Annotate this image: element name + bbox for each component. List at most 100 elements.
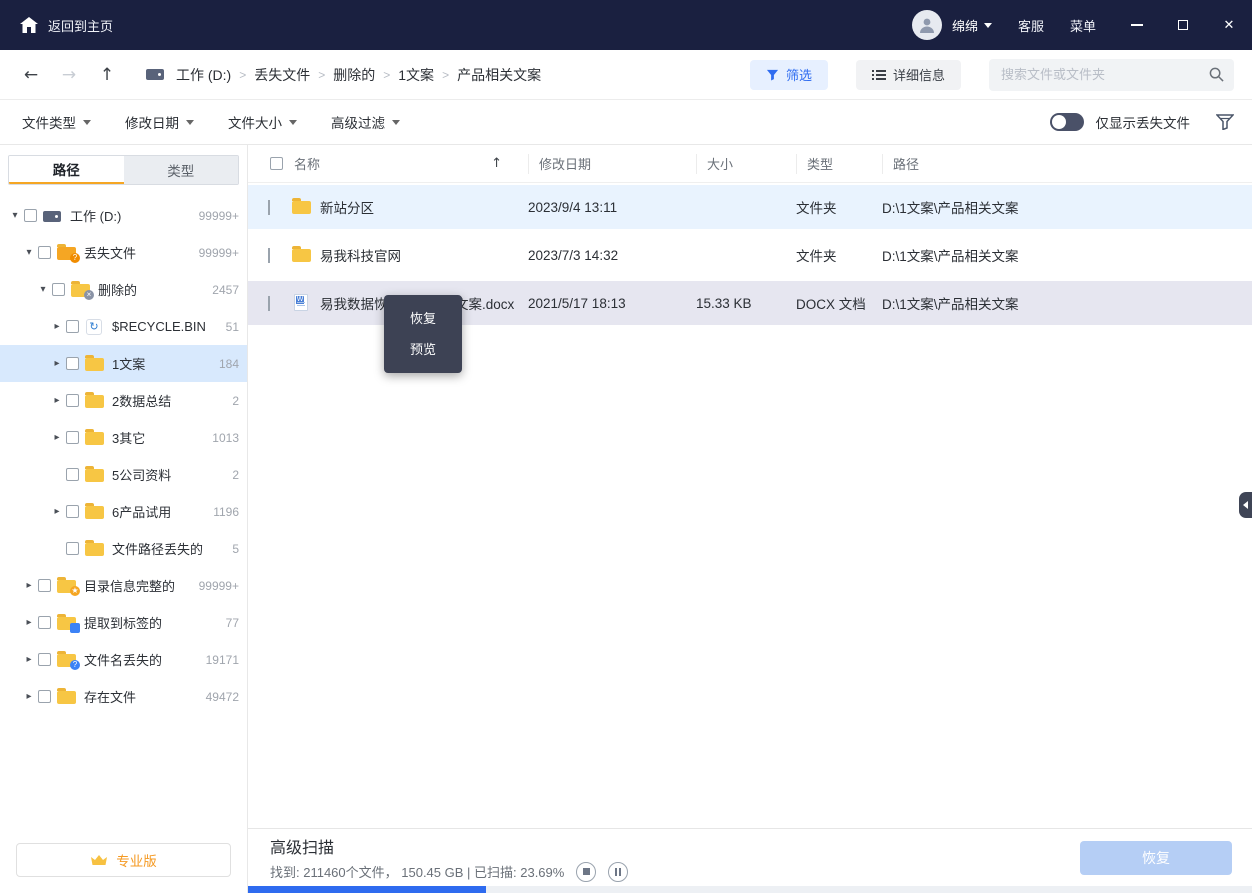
filter-dropdown-1[interactable]: 修改日期 <box>125 112 194 132</box>
pause-scan-button[interactable] <box>608 862 628 882</box>
folder-glyph <box>85 432 104 445</box>
folder-icon <box>85 467 105 483</box>
checkbox[interactable] <box>66 320 79 333</box>
up-arrow-button[interactable]: ↑ <box>94 62 120 88</box>
column-header-name[interactable]: 名称 ↑ <box>292 154 528 174</box>
tree-item[interactable]: ▸★目录信息完整的99999+ <box>0 567 247 604</box>
context-menu-item[interactable]: 恢复 <box>384 303 462 334</box>
pro-version-button[interactable]: 专业版 <box>16 843 231 877</box>
table-row[interactable]: 易我科技官网2023/7/3 14:32文件夹D:\1文案\产品相关文案 <box>248 233 1252 277</box>
tree-item[interactable]: ▸6产品试用1196 <box>0 493 247 530</box>
chevron-expanded-icon[interactable]: ▾ <box>22 247 36 258</box>
tree-item[interactable]: ▸?文件名丢失的19171 <box>0 641 247 678</box>
chevron-collapsed-icon[interactable]: ▸ <box>22 617 36 628</box>
folder-glyph <box>85 543 104 556</box>
checkbox[interactable] <box>38 579 51 592</box>
forward-arrow-button[interactable]: → <box>56 62 82 88</box>
checkbox[interactable] <box>268 296 270 311</box>
checkbox[interactable] <box>66 505 79 518</box>
table-row[interactable]: 新站分区2023/9/4 13:11文件夹D:\1文案\产品相关文案 <box>248 185 1252 229</box>
sidebar-tabs: 路径 类型 <box>8 155 239 185</box>
checkbox[interactable] <box>66 468 79 481</box>
search-input[interactable] <box>1001 67 1209 82</box>
sort-ascending-icon[interactable]: ↑ <box>491 156 502 171</box>
context-menu-item[interactable]: 预览 <box>384 334 462 365</box>
chevron-collapsed-icon[interactable]: ▸ <box>50 432 64 443</box>
filter-dropdown-0[interactable]: 文件类型 <box>22 112 91 132</box>
chevron-collapsed-icon[interactable]: ▸ <box>50 321 64 332</box>
back-to-home-button[interactable]: 返回到主页 <box>20 16 113 35</box>
tree-item-label: $RECYCLE.BIN <box>112 319 206 334</box>
tree-item[interactable]: ▸2数据总结2 <box>0 382 247 419</box>
recover-button[interactable]: 恢复 <box>1080 841 1232 875</box>
chevron-collapsed-icon[interactable]: ▸ <box>22 580 36 591</box>
titlebar: 返回到主页 绵绵 客服 菜单 ✕ <box>0 0 1252 50</box>
folder-glyph <box>292 249 311 262</box>
chevron-collapsed-icon[interactable]: ▸ <box>50 506 64 517</box>
chevron-expanded-icon[interactable]: ▾ <box>36 284 50 295</box>
breadcrumb-item[interactable]: 工作 (D:) <box>176 65 231 85</box>
select-all-checkbox[interactable] <box>270 157 283 170</box>
tree-item[interactable]: ▸1文案184 <box>0 345 247 382</box>
breadcrumb-item[interactable]: 删除的 <box>333 65 375 85</box>
tab-path[interactable]: 路径 <box>9 156 124 184</box>
breadcrumb-item[interactable]: 1文案 <box>398 65 434 85</box>
tree-item-count: 1196 <box>207 505 239 519</box>
checkbox[interactable] <box>38 616 51 629</box>
filter-dropdown-2[interactable]: 文件大小 <box>228 112 297 132</box>
scan-info: 高级扫描 找到: 211460个文件， 150.45 GB | 已扫描: 23.… <box>270 834 628 882</box>
checkbox[interactable] <box>24 209 37 222</box>
filter-settings-icon[interactable] <box>1216 114 1234 130</box>
checkbox[interactable] <box>38 690 51 703</box>
filter-dropdown-3[interactable]: 高级过滤 <box>331 112 400 132</box>
search-box <box>989 59 1234 91</box>
breadcrumb-item[interactable]: 丢失文件 <box>254 65 310 85</box>
chevron-collapsed-icon[interactable]: ▸ <box>50 358 64 369</box>
tree-item[interactable]: ▸↻$RECYCLE.BIN51 <box>0 308 247 345</box>
chevron-collapsed-icon[interactable]: ▸ <box>22 691 36 702</box>
maximize-button[interactable] <box>1160 0 1206 50</box>
checkbox[interactable] <box>38 653 51 666</box>
tree-item[interactable]: ▾×删除的2457 <box>0 271 247 308</box>
menu-button[interactable]: 菜单 <box>1070 16 1096 35</box>
back-arrow-button[interactable]: ← <box>18 62 44 88</box>
checkbox[interactable] <box>66 394 79 407</box>
tree-item[interactable]: 文件路径丢失的5 <box>0 530 247 567</box>
column-header-size[interactable]: 大小 <box>696 154 796 174</box>
tree-item[interactable]: ▾?丢失文件99999+ <box>0 234 247 271</box>
tree-item[interactable]: ▸提取到标签的77 <box>0 604 247 641</box>
close-button[interactable]: ✕ <box>1206 0 1252 50</box>
chevron-down-icon[interactable] <box>984 23 992 28</box>
column-header-path[interactable]: 路径 <box>882 154 1252 174</box>
collapse-panel-handle[interactable] <box>1239 492 1252 518</box>
tree-item[interactable]: ▸存在文件49472 <box>0 678 247 715</box>
checkbox[interactable] <box>52 283 65 296</box>
user-name[interactable]: 绵绵 <box>952 16 978 35</box>
lost-files-toggle[interactable] <box>1050 113 1084 131</box>
chevron-collapsed-icon[interactable]: ▸ <box>50 395 64 406</box>
checkbox[interactable] <box>268 200 270 215</box>
details-button[interactable]: 详细信息 <box>856 60 961 90</box>
column-header-type[interactable]: 类型 <box>796 154 882 174</box>
breadcrumb-item[interactable]: 产品相关文案 <box>457 65 541 85</box>
support-button[interactable]: 客服 <box>1018 16 1044 35</box>
tree-item-label: 文件路径丢失的 <box>112 539 203 558</box>
search-icon[interactable] <box>1209 67 1224 82</box>
stop-scan-button[interactable] <box>576 862 596 882</box>
checkbox[interactable] <box>66 542 79 555</box>
checkbox[interactable] <box>66 431 79 444</box>
checkbox[interactable] <box>66 357 79 370</box>
user-avatar[interactable] <box>912 10 942 40</box>
chevron-collapsed-icon[interactable]: ▸ <box>22 654 36 665</box>
person-icon <box>918 16 936 34</box>
minimize-button[interactable] <box>1114 0 1160 50</box>
tree-item[interactable]: ▸3其它1013 <box>0 419 247 456</box>
filter-button[interactable]: 筛选 <box>750 60 828 90</box>
tree-item[interactable]: ▾工作 (D:)99999+ <box>0 197 247 234</box>
checkbox[interactable] <box>38 246 51 259</box>
chevron-expanded-icon[interactable]: ▾ <box>8 210 22 221</box>
tree-item[interactable]: 5公司资料2 <box>0 456 247 493</box>
column-header-date[interactable]: 修改日期 <box>528 154 696 174</box>
checkbox[interactable] <box>268 248 270 263</box>
tab-type[interactable]: 类型 <box>124 156 239 184</box>
